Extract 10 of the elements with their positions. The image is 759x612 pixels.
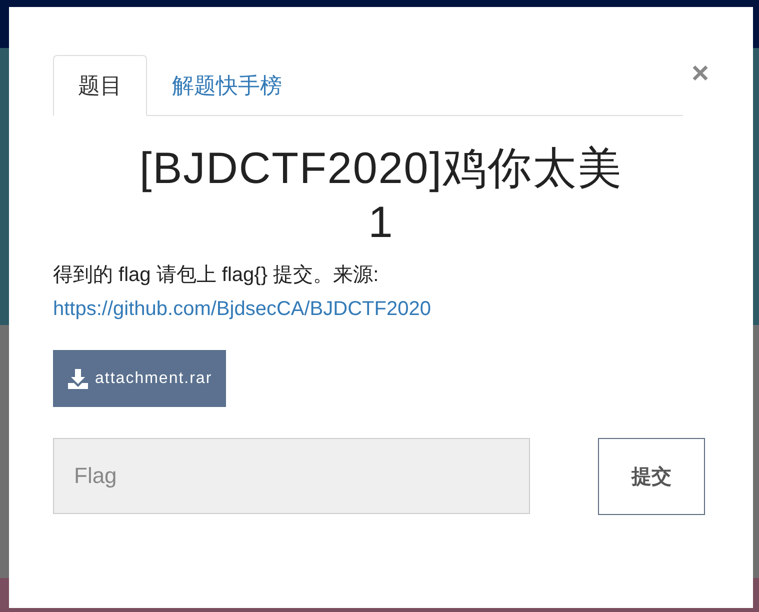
close-button[interactable]: × [691, 59, 709, 89]
tab[interactable]: 解题快手榜 [147, 55, 307, 116]
description-text: 得到的 flag 请包上 flag{} 提交。来源: [53, 263, 380, 288]
submit-button[interactable]: 提交 [598, 438, 705, 515]
tab[interactable]: 题目 [53, 55, 147, 116]
download-button[interactable]: attachment.rar [53, 350, 226, 407]
download-icon [67, 368, 89, 390]
source-link[interactable]: https://github.com/BjdsecCA/BJDCTF2020 [53, 292, 431, 326]
challenge-title: [BJDCTF2020]鸡你太美 1 [138, 143, 624, 249]
flag-input[interactable]: Flag [53, 438, 530, 514]
